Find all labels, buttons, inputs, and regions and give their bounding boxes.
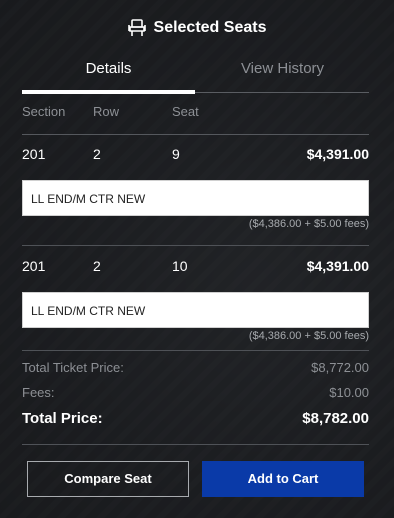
ticket-price: $4,391.00: [306, 258, 369, 274]
compare-seat-button[interactable]: Compare Seat: [27, 461, 189, 497]
total-ticket-price-value: $8,772.00: [311, 360, 369, 375]
ticket-item: 201 2 10 $4,391.00 LL END/M CTR NEW ($4,…: [22, 258, 369, 342]
ticket-fee-breakdown: ($4,386.00 + $5.00 fees): [248, 218, 369, 230]
tab-details-label: Details: [85, 60, 132, 77]
column-headers: Section Row Seat: [22, 104, 369, 135]
total-price-label: Total Price:: [22, 410, 103, 427]
ticket-info-row: 201 2 9 $4,391.00: [22, 146, 369, 170]
ticket-seat: 9: [172, 146, 180, 162]
fees-value: $10.00: [329, 385, 369, 400]
ticket-row: 2: [93, 258, 101, 274]
fees-label: Fees:: [22, 385, 55, 400]
tab-bar: Details View History: [22, 58, 369, 94]
total-ticket-price-label: Total Ticket Price:: [22, 360, 124, 375]
ticket-seat: 10: [172, 258, 188, 274]
totals-summary: Total Ticket Price: $8,772.00 Fees: $10.…: [22, 360, 369, 435]
ticket-note-field[interactable]: LL END/M CTR NEW: [22, 292, 369, 328]
ticket-info-row: 201 2 10 $4,391.00: [22, 258, 369, 282]
panel-title: Selected Seats: [153, 19, 267, 36]
seat-icon: [127, 18, 146, 38]
total-price-value: $8,782.00: [302, 410, 369, 427]
divider: [22, 350, 369, 351]
divider: [22, 245, 369, 246]
selected-seats-panel: Selected Seats Details View History Sect…: [0, 0, 394, 518]
column-header-section: Section: [22, 104, 66, 119]
add-to-cart-button[interactable]: Add to Cart: [202, 461, 364, 497]
total-ticket-price-line: Total Ticket Price: $8,772.00: [22, 360, 369, 385]
total-price-line: Total Price: $8,782.00: [22, 410, 369, 435]
column-header-row: Row: [93, 104, 120, 119]
tab-details[interactable]: Details: [22, 58, 195, 94]
active-tab-indicator: [22, 90, 195, 94]
column-header-seat: Seat: [172, 104, 199, 119]
divider: [22, 444, 369, 445]
fees-line: Fees: $10.00: [22, 385, 369, 410]
ticket-note-field[interactable]: LL END/M CTR NEW: [22, 180, 369, 216]
tab-view-history[interactable]: View History: [196, 58, 369, 92]
ticket-section: 201: [22, 146, 46, 162]
tab-view-history-label: View History: [240, 60, 325, 77]
ticket-section: 201: [22, 258, 46, 274]
ticket-row: 2: [93, 146, 101, 162]
panel-header: Selected Seats: [0, 18, 394, 38]
ticket-price: $4,391.00: [306, 146, 369, 162]
ticket-fee-breakdown: ($4,386.00 + $5.00 fees): [248, 330, 369, 342]
ticket-item: 201 2 9 $4,391.00 LL END/M CTR NEW ($4,3…: [22, 146, 369, 230]
